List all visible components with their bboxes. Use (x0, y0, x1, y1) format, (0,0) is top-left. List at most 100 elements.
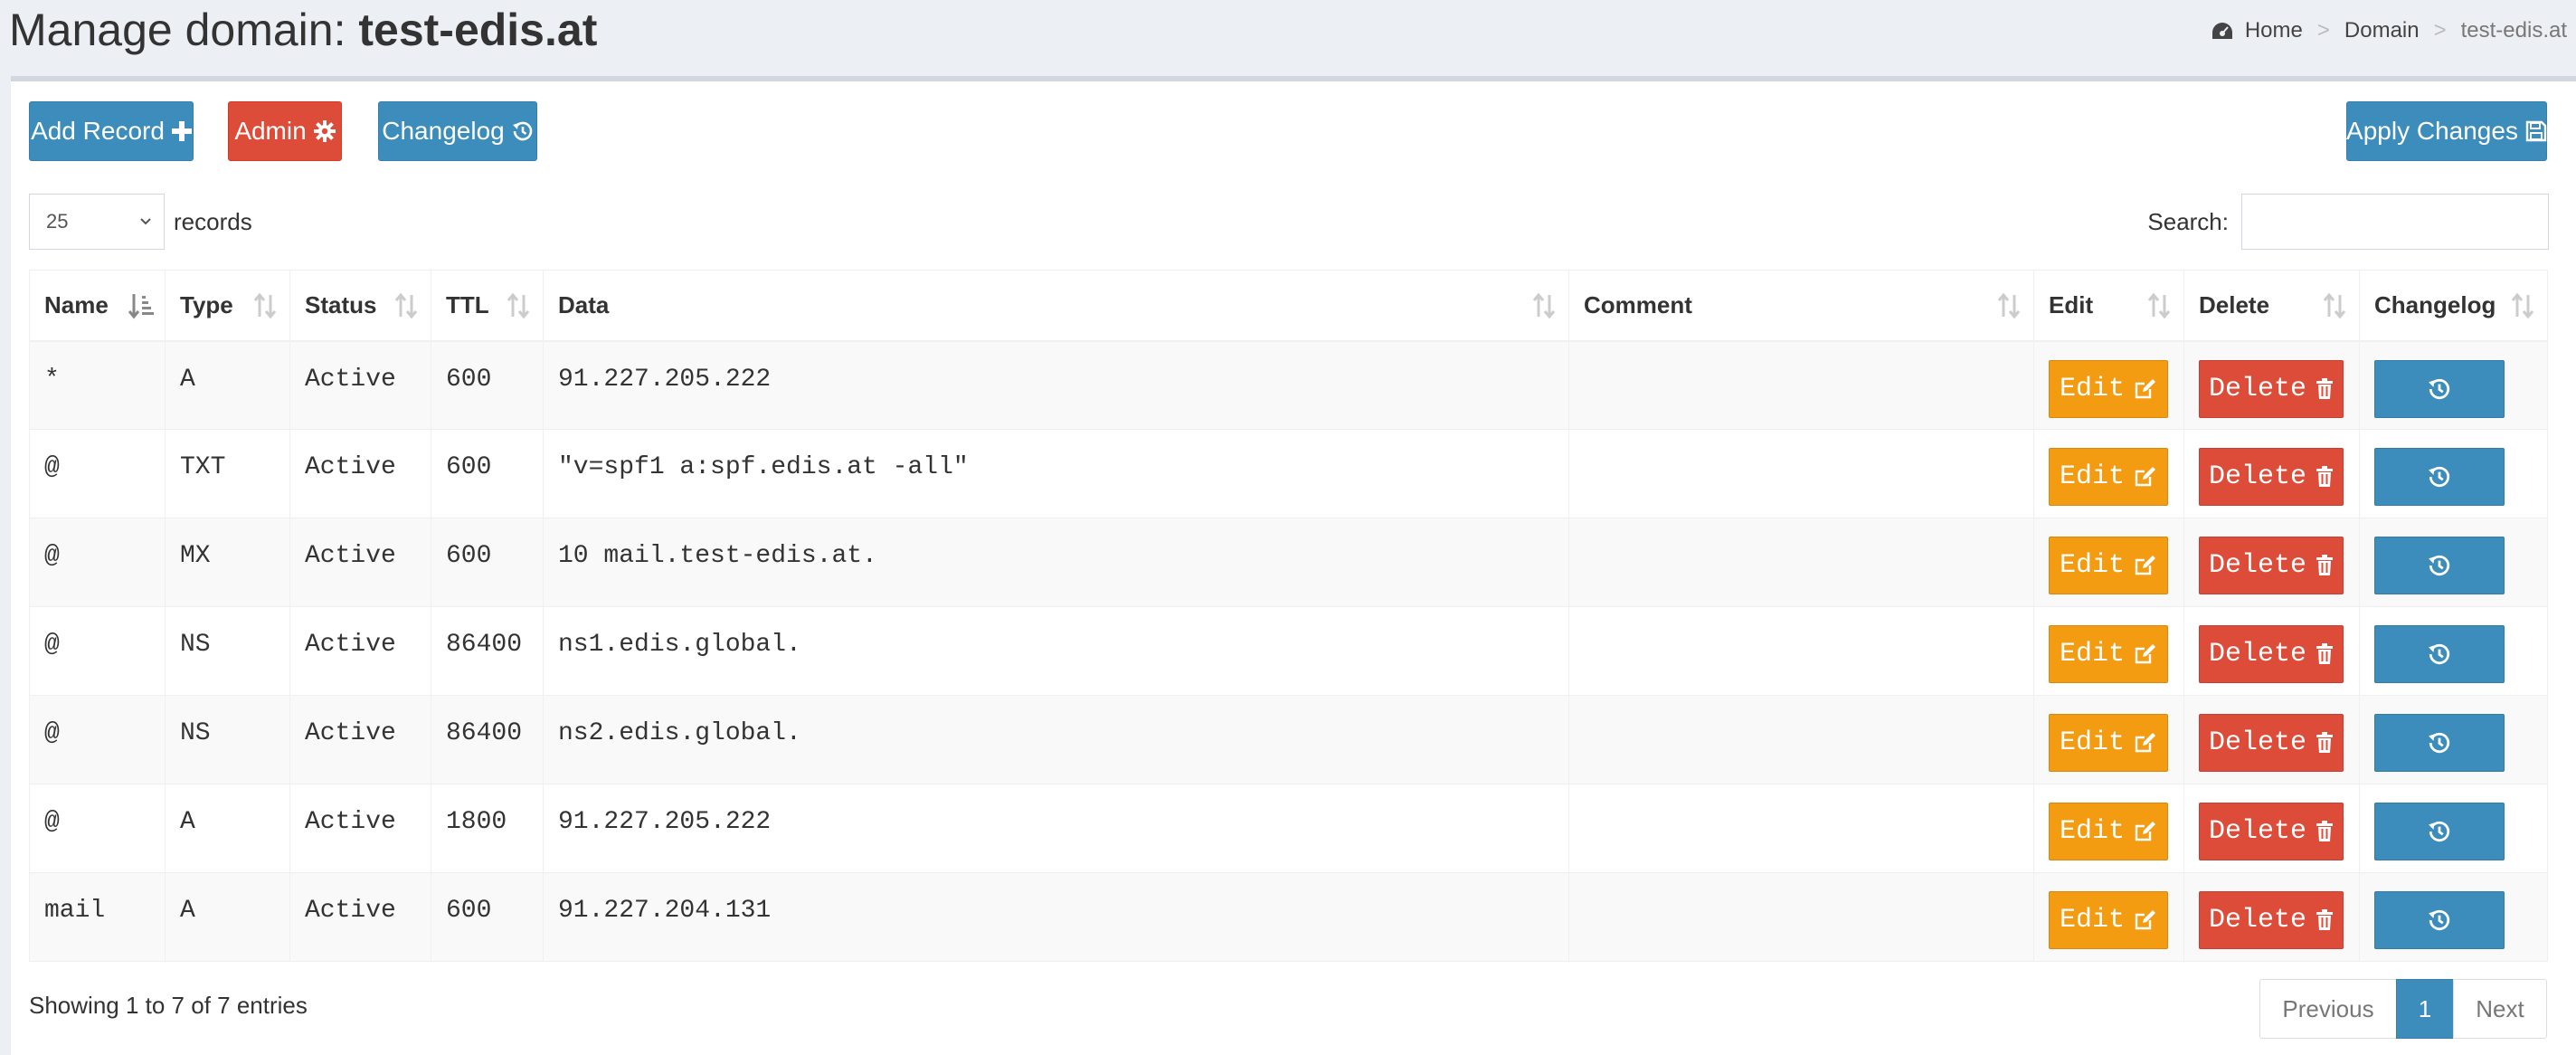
next-page-button[interactable]: Next (2453, 979, 2547, 1039)
delete-label: Delete (2208, 373, 2307, 404)
history-icon (2429, 643, 2450, 665)
column-header-edit[interactable]: Edit (2033, 270, 2184, 342)
sort-icon[interactable] (393, 292, 420, 319)
record-delete-cell: Delete (2183, 784, 2360, 873)
trash-icon (2316, 466, 2334, 487)
sort-icon[interactable] (1995, 292, 2022, 319)
delete-record-button[interactable]: Delete (2199, 448, 2344, 506)
pagination: Previous 1 Next (2259, 979, 2547, 1039)
column-header-label: Status (305, 290, 377, 318)
record-changelog-button[interactable] (2374, 359, 2505, 418)
edit-record-button[interactable]: Edit (2049, 537, 2168, 594)
sort-icon[interactable] (505, 292, 532, 319)
chevron-down-icon (140, 218, 151, 225)
edit-record-button[interactable]: Edit (2049, 891, 2168, 949)
delete-record-button[interactable]: Delete (2199, 625, 2344, 683)
record-status-cell: Active (289, 872, 431, 962)
column-header-label: Data (558, 290, 610, 318)
record-data-cell: 91.227.204.131 (543, 872, 1569, 962)
record-edit-cell: Edit (2033, 872, 2184, 962)
column-header-changelog[interactable]: Changelog (2359, 270, 2548, 342)
edit-record-button[interactable]: Edit (2049, 714, 2168, 772)
record-delete-cell: Delete (2183, 340, 2360, 430)
column-header-data[interactable]: Data (543, 270, 1569, 342)
changelog-button[interactable]: Changelog (378, 101, 537, 161)
column-header-type[interactable]: Type (165, 270, 290, 342)
trash-icon (2316, 732, 2334, 753)
table-row: mail A Active 600 91.227.204.131 Edit Delete (29, 872, 2548, 962)
delete-record-button[interactable]: Delete (2199, 537, 2344, 594)
delete-record-button[interactable]: Delete (2199, 714, 2344, 772)
delete-record-button[interactable]: Delete (2199, 359, 2344, 418)
table-row: @ A Active 1800 91.227.205.222 Edit Delete (29, 784, 2548, 873)
add-record-label: Add Record (31, 117, 165, 145)
delete-record-button[interactable]: Delete (2199, 803, 2344, 860)
record-changelog-cell (2359, 429, 2548, 518)
trash-icon (2316, 555, 2334, 575)
record-status-cell: Active (289, 518, 431, 607)
edit-record-button[interactable]: Edit (2049, 803, 2168, 860)
breadcrumb-current: test-edis.at (2460, 18, 2567, 43)
record-changelog-button[interactable] (2374, 891, 2505, 949)
record-type-cell: NS (165, 606, 290, 696)
sort-icon[interactable] (1530, 292, 1558, 319)
column-header-delete[interactable]: Delete (2183, 270, 2360, 342)
records-per-page-value: 25 (46, 210, 69, 233)
edit-record-button[interactable]: Edit (2049, 448, 2168, 506)
record-changelog-button[interactable] (2374, 625, 2505, 683)
record-comment-cell (1568, 518, 2034, 607)
delete-label: Delete (2208, 905, 2307, 936)
record-changelog-button[interactable] (2374, 448, 2505, 506)
breadcrumb-home[interactable]: Home (2245, 18, 2303, 43)
column-header-comment[interactable]: Comment (1568, 270, 2034, 342)
page-title: Manage domain: test-edis.at (9, 4, 597, 56)
delete-record-button[interactable]: Delete (2199, 891, 2344, 949)
record-changelog-button[interactable] (2374, 803, 2505, 860)
edit-record-button[interactable]: Edit (2049, 625, 2168, 683)
sort-icon[interactable] (251, 292, 279, 319)
search-input[interactable] (2241, 194, 2549, 250)
record-ttl-cell: 600 (431, 340, 544, 430)
admin-button[interactable]: Admin (228, 101, 342, 161)
column-header-name[interactable]: Name (29, 270, 166, 342)
column-header-ttl[interactable]: TTL (431, 270, 544, 342)
record-name-cell: @ (29, 784, 166, 873)
record-changelog-cell (2359, 695, 2548, 784)
records-per-page-select[interactable]: 25 (29, 194, 165, 250)
edit-icon (2135, 644, 2155, 664)
edit-label: Edit (2059, 816, 2125, 847)
sort-icon[interactable] (2321, 292, 2348, 319)
column-header-label: Delete (2199, 290, 2270, 318)
record-name-cell: mail (29, 872, 166, 962)
record-ttl-cell: 1800 (431, 784, 544, 873)
records-length-control: 25 records (29, 194, 252, 250)
add-record-button[interactable]: Add Record (29, 101, 194, 161)
record-comment-cell (1568, 606, 2034, 696)
record-changelog-cell (2359, 340, 2548, 430)
record-changelog-button[interactable] (2374, 537, 2505, 594)
edit-icon (2135, 467, 2155, 487)
sort-icon[interactable] (2145, 292, 2173, 319)
page-1-button[interactable]: 1 (2396, 979, 2454, 1039)
previous-page-button[interactable]: Previous (2259, 979, 2397, 1039)
column-header-status[interactable]: Status (289, 270, 431, 342)
record-delete-cell: Delete (2183, 429, 2360, 518)
record-delete-cell: Delete (2183, 518, 2360, 607)
record-edit-cell: Edit (2033, 606, 2184, 696)
record-comment-cell (1568, 784, 2034, 873)
edit-record-button[interactable]: Edit (2049, 359, 2168, 418)
search-control: Search: (2147, 194, 2549, 250)
breadcrumb-domain[interactable]: Domain (2344, 18, 2420, 43)
table-row: @ MX Active 600 10 mail.test-edis.at. Edit Del… (29, 518, 2548, 607)
edit-icon (2135, 733, 2155, 753)
delete-label: Delete (2208, 727, 2307, 758)
table-row: @ TXT Active 600 "v=spf1 a:spf.edis.at -all"… (29, 429, 2548, 518)
sort-icon[interactable] (2509, 292, 2536, 319)
record-edit-cell: Edit (2033, 340, 2184, 430)
breadcrumb-separator: > (2316, 18, 2330, 43)
content-header: Manage domain: test-edis.at Home > Domai… (0, 0, 2576, 76)
apply-changes-button[interactable]: Apply Changes (2346, 101, 2547, 161)
edit-label: Edit (2059, 550, 2125, 581)
sort-icon[interactable] (127, 292, 154, 319)
record-changelog-button[interactable] (2374, 714, 2505, 772)
